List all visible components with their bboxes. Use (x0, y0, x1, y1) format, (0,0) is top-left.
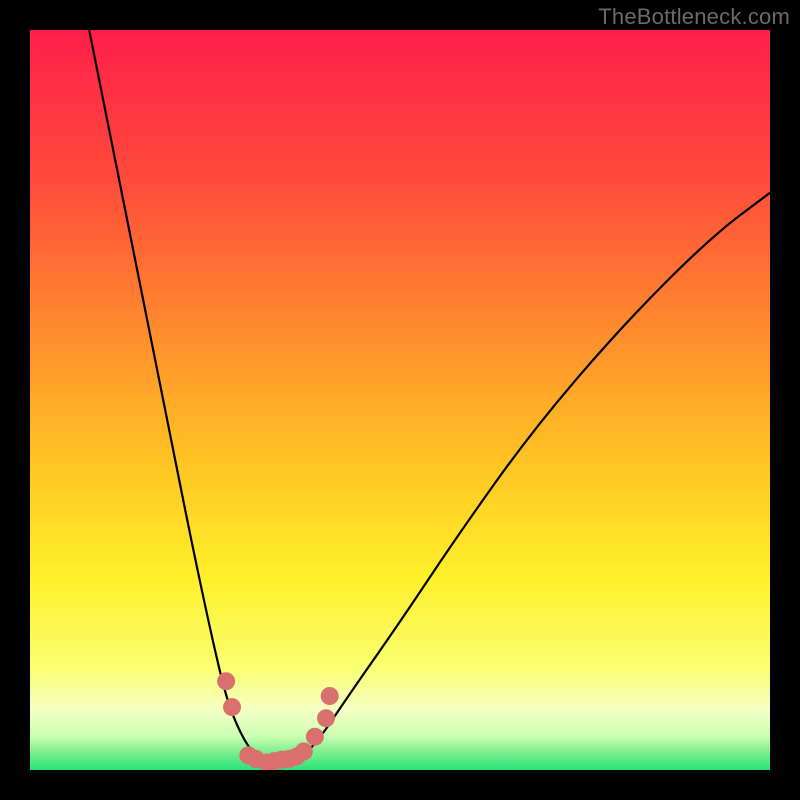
data-marker (295, 743, 313, 761)
data-marker (217, 672, 235, 690)
bottleneck-curve (89, 30, 770, 765)
data-marker (317, 709, 335, 727)
plot-area (30, 30, 770, 770)
chart-svg (30, 30, 770, 770)
data-marker (223, 698, 241, 716)
chart-frame: TheBottleneck.com (0, 0, 800, 800)
data-marker (321, 687, 339, 705)
data-marker (306, 728, 324, 746)
watermark: TheBottleneck.com (598, 4, 790, 30)
